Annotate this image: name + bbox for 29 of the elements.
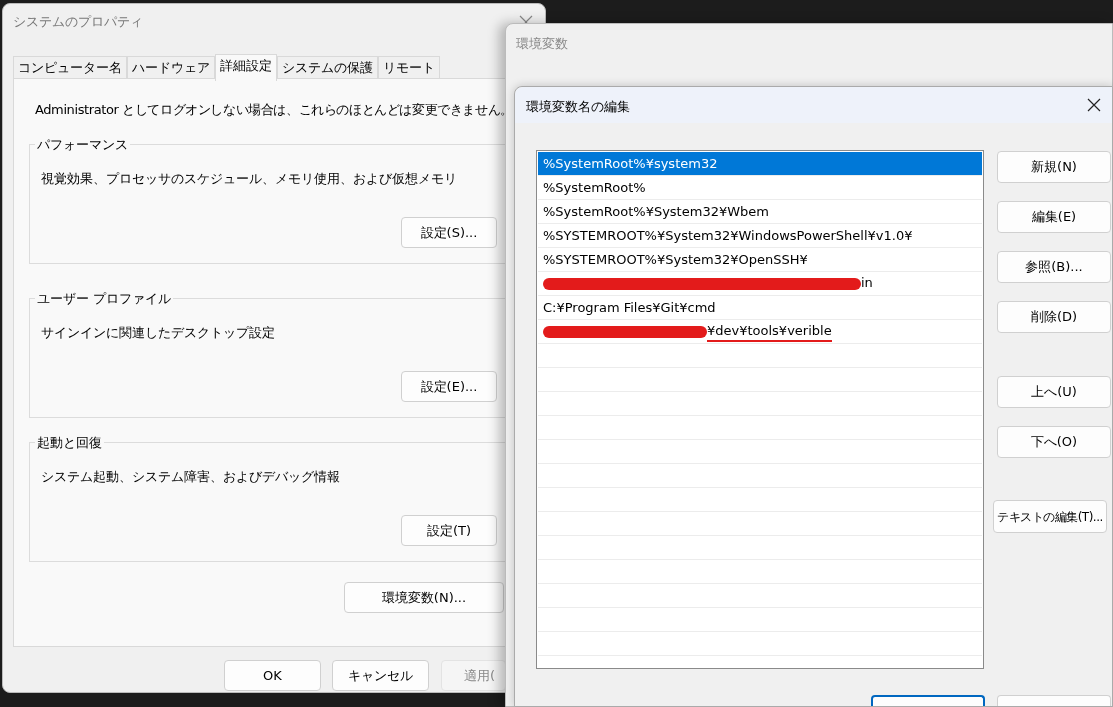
settings-button[interactable]: 設定(S)... (401, 217, 497, 248)
edit-text-button[interactable]: テキストの編集(T)... (993, 500, 1107, 533)
window-title: 環境変数 (516, 35, 568, 53)
list-item[interactable]: %SystemRoot%¥system32 (538, 152, 982, 176)
move-button[interactable]: 上へ(U) (997, 376, 1111, 408)
tab[interactable]: 詳細設定 (215, 54, 277, 81)
window-title: 環境変数名の編集 (526, 98, 630, 116)
group-description: システム起動、システム障害、およびデバッグ情報 (41, 468, 340, 486)
dialog-button[interactable]: OK (224, 660, 321, 691)
window-title: システムのプロパティ (13, 13, 143, 31)
tab[interactable]: リモート (378, 56, 440, 80)
list-action-button[interactable]: 参照(B)... (997, 251, 1111, 283)
close-icon[interactable] (1087, 98, 1101, 112)
settings-button[interactable]: 設定(E)... (401, 371, 497, 402)
tab[interactable]: ハードウェア (127, 56, 215, 80)
dialog-button[interactable]: キャンセル (332, 660, 429, 691)
list-action-button[interactable]: 新規(N) (997, 151, 1111, 183)
list-action-button[interactable]: 削除(D) (997, 301, 1111, 333)
ok-button[interactable] (871, 695, 985, 706)
settings-button[interactable]: 設定(T) (401, 515, 497, 546)
move-button[interactable]: 下へ(O) (997, 426, 1111, 458)
group-description: 視覚効果、プロセッサのスケジュール、メモリ使用、および仮想メモリ (41, 170, 457, 188)
group-description: サインインに関連したデスクトップ設定 (41, 324, 275, 342)
notice-text: Administrator としてログオンしない場合は、これらのほとんどは変更できません。 (35, 101, 513, 119)
list-item[interactable]: in (861, 272, 873, 295)
tab[interactable]: システムの保護 (277, 56, 378, 80)
tab[interactable]: コンピューター名 (13, 56, 127, 80)
list-action-button[interactable]: 編集(E) (997, 201, 1111, 233)
environment-variables-button[interactable]: 環境変数(N)... (344, 582, 504, 613)
